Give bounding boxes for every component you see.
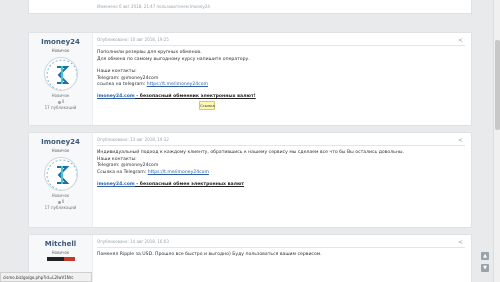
thread-page: Изменено 6 авг 2018, 21:47 пользователем… [28, 0, 472, 282]
author-name-link[interactable]: Imoney24 [29, 38, 92, 46]
post-content: Опубликовано: 14 авг 2018, 16:03 < Помен… [97, 235, 465, 282]
avatar[interactable] [43, 57, 78, 91]
divider [97, 145, 465, 146]
body-line: Telegram: @imoney24com [97, 163, 159, 169]
promo-text: - безопасный обменник электронных валют! [134, 93, 256, 99]
post-body: Пополнили резервы для крупных обменов. Д… [97, 50, 465, 101]
author-role: Новичок [51, 48, 70, 53]
reputation-dot-icon [57, 200, 61, 204]
share-icon[interactable]: < [458, 239, 463, 246]
promo-link[interactable]: imoney24.com [97, 94, 135, 99]
author-name-link[interactable]: Imoney24 [29, 138, 92, 146]
author-column: Imoney24 Новичок Новичок 0 17 публикаций [29, 33, 93, 125]
edited-note: Изменено 6 авг 2018, 21:47 пользователем… [97, 4, 210, 9]
reputation-dot-icon [57, 100, 61, 104]
author-badge [46, 257, 75, 261]
divider [97, 247, 465, 248]
post-content: Опубликовано: 10 авг 2018, 19:25 < Попол… [97, 33, 465, 125]
post-date[interactable]: Опубликовано: 10 авг 2018, 19:25 [97, 37, 465, 42]
scrollbar-thumb[interactable] [495, 40, 500, 130]
post-body: Индивидуальный подход к каждому клиенту,… [97, 150, 465, 189]
author-column: Imoney24 Новичок Новичок 0 17 публикаций [29, 133, 93, 227]
post-date[interactable]: Опубликовано: 13 авг 2018, 19:32 [97, 137, 465, 142]
arrow-up-icon[interactable]: ▲ [481, 252, 489, 260]
avatar-logo-icon [46, 159, 77, 190]
browser-status-bar: cismo.biz/go/go.php?id=L2IwV1Nrc [0, 272, 92, 282]
share-icon[interactable]: < [458, 37, 463, 44]
scrollbar[interactable] [493, 0, 500, 282]
post-1: Imoney24 Новичок Новичок 0 17 публикаций… [28, 32, 472, 126]
body-line: Индивидуальный подход к каждому клиенту,… [97, 150, 404, 155]
post-count: 17 публикаций [44, 105, 77, 110]
body-line: ссылка на telegram: https://t.me/imoney2… [97, 82, 209, 88]
avatar-logo-icon [46, 59, 77, 90]
telegram-link[interactable]: https://t.me/imoney24com [148, 170, 209, 175]
telegram-link[interactable]: https://t.me/imoney24com [147, 82, 208, 87]
body-line: Ссылка на Telegram: https://t.me/imoney2… [97, 169, 209, 175]
post-date[interactable]: Опубликовано: 14 авг 2018, 16:03 [97, 239, 465, 244]
post-3: Mitchell Новичок Опубликовано: 14 авг 20… [28, 234, 472, 282]
share-icon[interactable]: < [458, 137, 463, 144]
link-tooltip: Ссылка [199, 101, 215, 110]
body-line: Поменял Ripple за USD. Прошло все быстро… [97, 252, 322, 257]
author-role: Новичок [51, 250, 70, 255]
previous-post-footer: Изменено 6 авг 2018, 21:47 пользователем… [28, 0, 472, 14]
promo-line: imoney24.com - безопасный обменник элект… [97, 94, 465, 101]
promo-text: - безопасный обмен электронных валют [134, 182, 245, 188]
author-meta: Новичок 0 17 публикаций [29, 193, 92, 211]
avatar[interactable] [43, 157, 78, 191]
body-line: Для обмена по самому выгодному курсу нап… [97, 56, 250, 62]
author-name-link[interactable]: Mitchell [29, 240, 92, 248]
body-line: Наши контакты: [97, 69, 137, 75]
arrow-down-icon[interactable]: ▼ [481, 264, 489, 272]
author-role: Новичок [51, 148, 70, 153]
body-line: Пополнили резервы для крупных обменов. [97, 50, 202, 55]
promo-line: imoney24.com - безопасный обмен электрон… [97, 182, 465, 189]
post-count: 17 публикаций [44, 205, 77, 210]
post-content: Опубликовано: 13 авг 2018, 19:32 < Индив… [97, 133, 465, 227]
post-2: Imoney24 Новичок Новичок 0 17 публикаций… [28, 132, 472, 228]
post-body: Поменял Ripple за USD. Прошло все быстро… [97, 252, 465, 259]
author-meta: Новичок 0 17 публикаций [29, 93, 92, 111]
divider [97, 45, 465, 46]
promo-link[interactable]: imoney24.com [97, 182, 135, 187]
